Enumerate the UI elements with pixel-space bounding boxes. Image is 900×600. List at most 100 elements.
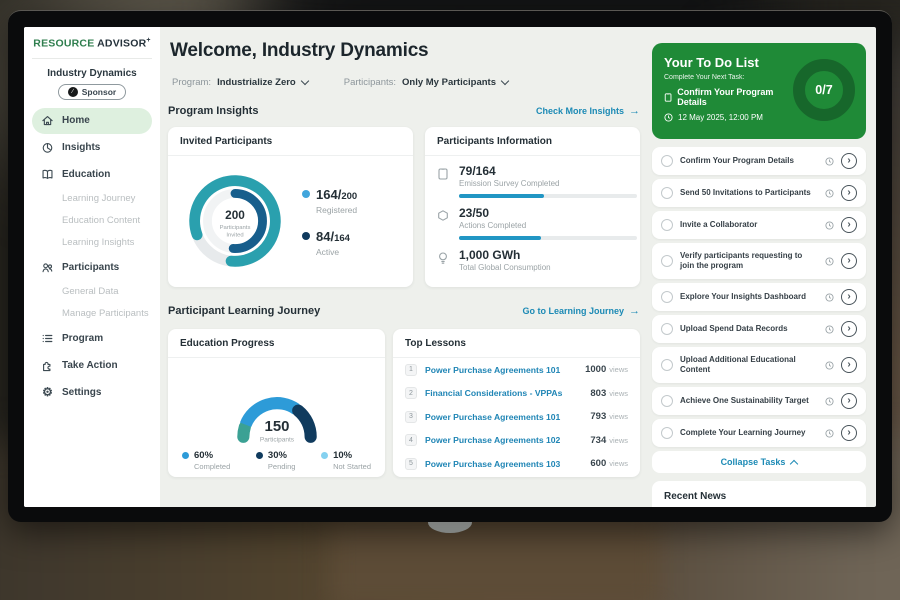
todo-summary-card: Your To Do List Complete Your Next Task:… [652,43,866,139]
check-more-insights-link[interactable]: Check More Insights → [536,106,640,117]
task-open-button[interactable]: › [841,289,857,305]
task-row[interactable]: Upload Additional Educational Content › [652,347,866,383]
rank-badge: 1 [405,364,417,376]
task-checkbox[interactable] [661,359,673,371]
lesson-row[interactable]: 5 Power Purchase Agreements 103 600 view… [393,452,640,476]
svg-text:Participants: Participants [220,225,251,231]
lesson-link[interactable]: Financial Considerations - VPPAs [425,388,590,398]
book-icon [41,168,54,181]
task-open-button[interactable]: › [841,393,857,409]
invited-donut-chart: 200 Participants Invited [176,162,294,280]
clock-icon [825,221,834,230]
sidebar-item-home[interactable]: Home [32,108,152,134]
clock-icon [825,189,834,198]
lesson-link[interactable]: Power Purchase Agreements 102 [425,435,590,445]
lesson-row[interactable]: 4 Power Purchase Agreements 102 734 view… [393,429,640,453]
card-title: Education Progress [168,329,385,358]
legend-pending: 30% Pending [256,450,296,471]
go-to-learning-journey-link[interactable]: Go to Learning Journey → [522,306,640,317]
task-open-button[interactable]: › [841,425,857,441]
task-open-button[interactable]: › [841,185,857,201]
lesson-row[interactable]: 3 Power Purchase Agreements 101 793 view… [393,405,640,429]
clock-icon [825,157,834,166]
photo-scene: RESOURCE ADVISOR+ Industry Dynamics ∕ Sp… [0,0,900,600]
task-checkbox[interactable] [661,155,673,167]
rank-badge: 3 [405,411,417,423]
task-open-button[interactable]: › [841,153,857,169]
actions-completed-row: 23/50 Actions Completed [425,198,640,240]
task-checkbox[interactable] [661,427,673,439]
task-row[interactable]: Confirm Your Program Details › [652,147,866,175]
clock-icon [825,361,834,370]
task-open-button[interactable]: › [841,217,857,233]
sidebar-item-manage-participants[interactable]: Manage Participants [32,303,152,325]
rank-badge: 5 [405,458,417,470]
sidebar-item-general-data[interactable]: General Data [32,281,152,303]
sidebar-item-learning-journey[interactable]: Learning Journey [32,188,152,210]
rank-badge: 2 [405,387,417,399]
sidebar-item-education[interactable]: Education [32,162,152,188]
task-row[interactable]: Upload Spend Data Records › [652,315,866,343]
survey-icon [437,164,451,198]
list-icon [41,332,54,345]
background-blur [330,515,660,600]
clock-icon [825,257,834,266]
arrow-right-icon: → [629,106,640,117]
clock-icon [664,113,673,122]
task-checkbox[interactable] [661,187,673,199]
task-checkbox[interactable] [661,395,673,407]
lesson-row[interactable]: 2 Financial Considerations - VPPAs 803 v… [393,382,640,406]
invited-participants-card: Invited Participants 200 Participants In… [168,127,413,287]
task-checkbox[interactable] [661,323,673,335]
task-row[interactable]: Verify participants requesting to join t… [652,243,866,279]
lesson-row[interactable]: 1 Power Purchase Agreements 101 1000 vie… [393,358,640,382]
task-row[interactable]: Complete Your Learning Journey › [652,419,866,447]
task-row[interactable]: Explore Your Insights Dashboard › [652,283,866,311]
svg-text:150: 150 [264,418,289,435]
task-row[interactable]: Achieve One Sustainability Target › [652,387,866,415]
legend-not-started: 10% Not Started [321,450,371,471]
legend-dot [256,452,263,459]
collapse-tasks-link[interactable]: Collapse Tasks [652,451,866,473]
dashboard-screen: RESOURCE ADVISOR+ Industry Dynamics ∕ Sp… [24,27,876,507]
task-open-button[interactable]: › [841,253,857,269]
svg-text:Invited: Invited [226,233,243,239]
sidebar-item-insights[interactable]: Insights [32,135,152,161]
chevron-down-icon [300,77,308,85]
education-gauge-chart: 150 Participants [182,362,372,448]
gear-icon: ⚙ [41,386,54,399]
top-lessons-card: Top Lessons 1 Power Purchase Agreements … [393,329,640,477]
participants-dropdown[interactable]: Participants: Only My Participants [344,77,508,88]
org-name: Industry Dynamics [32,68,152,79]
sponsor-badge[interactable]: ∕ Sponsor [58,84,126,100]
people-icon [41,261,54,274]
sidebar-item-settings[interactable]: ⚙ Settings [32,380,152,406]
sidebar-item-participants[interactable]: Participants [32,255,152,281]
task-row[interactable]: Send 50 Invitations to Participants › [652,179,866,207]
chevron-up-icon [790,459,798,467]
card-title: Top Lessons [393,329,640,358]
monitor-bezel: RESOURCE ADVISOR+ Industry Dynamics ∕ Sp… [8,10,892,522]
lesson-link[interactable]: Power Purchase Agreements 101 [425,412,590,422]
lesson-link[interactable]: Power Purchase Agreements 101 [425,365,585,375]
task-checkbox[interactable] [661,255,673,267]
legend-dot [302,232,310,240]
education-progress-card: Education Progress 150 Participants 60% [168,329,385,477]
legend-dot [321,452,328,459]
sidebar-item-take-action[interactable]: Take Action [32,353,152,379]
task-open-button[interactable]: › [841,321,857,337]
arrow-right-icon: → [629,306,640,317]
program-dropdown[interactable]: Program: Industrialize Zero [172,77,308,88]
task-checkbox[interactable] [661,291,673,303]
svg-text:Participants: Participants [259,436,294,443]
task-open-button[interactable]: › [841,357,857,373]
sidebar-item-learning-insights[interactable]: Learning Insights [32,232,152,254]
sidebar-item-education-content[interactable]: Education Content [32,210,152,232]
sidebar-item-program[interactable]: Program [32,326,152,352]
home-icon [41,114,54,127]
task-row[interactable]: Invite a Collaborator › [652,211,866,239]
task-checkbox[interactable] [661,219,673,231]
legend-active: 84/164 Active [302,228,357,257]
lesson-link[interactable]: Power Purchase Agreements 103 [425,459,590,469]
chevron-down-icon [501,77,509,85]
